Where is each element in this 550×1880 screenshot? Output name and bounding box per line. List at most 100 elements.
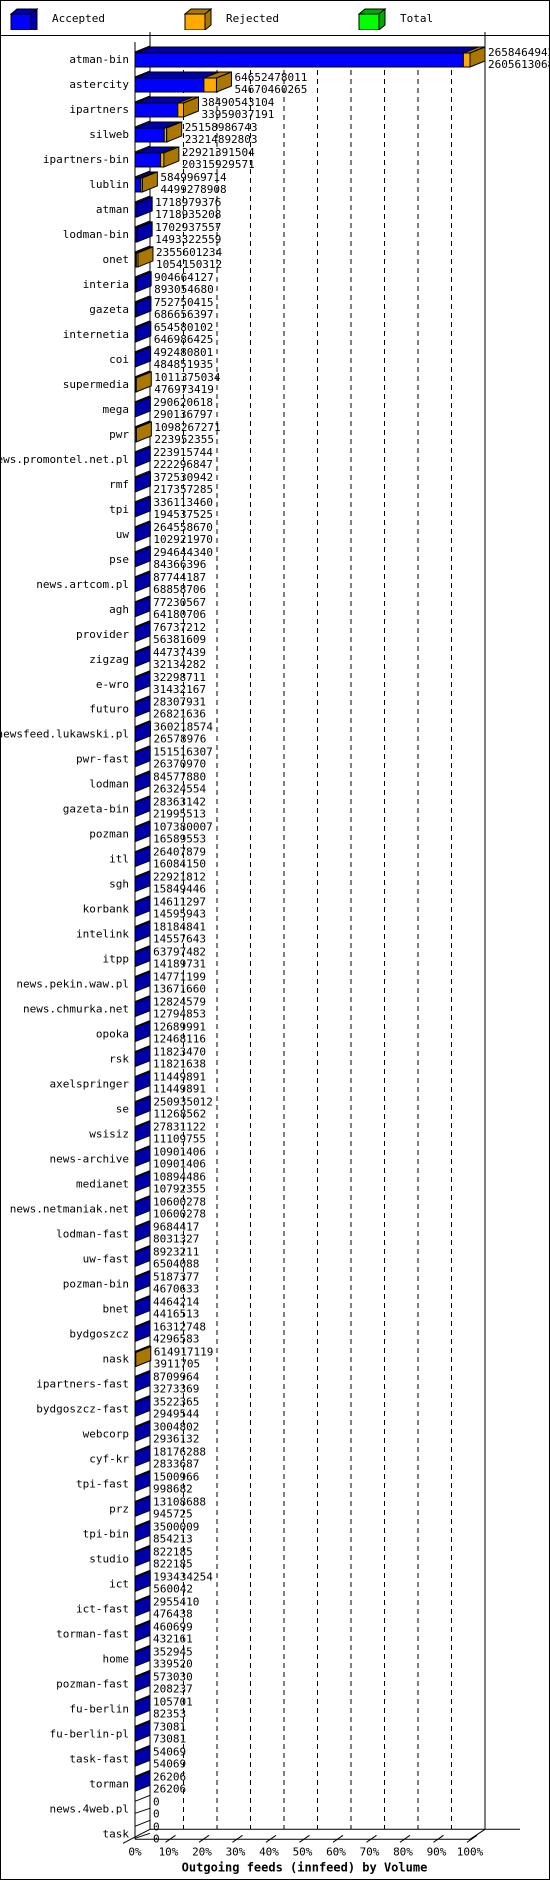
bar-group-ict: ict193434254560042 [109,1569,213,1595]
accepted-value-label: 82353 [153,1707,186,1720]
bar-group-provider: provider7673721256381609 [76,620,206,646]
bar-side-face [134,1570,151,1593]
bar-group-supermedia: supermedia1011375034476973419 [63,370,221,396]
accepted-value-label: 2936132 [153,1432,199,1445]
bar-side-face [134,745,151,768]
x-tick-label: 20% [192,1845,212,1858]
bar-side-face [134,1445,151,1468]
accepted-value-label: 54670460265 [234,83,307,96]
bar-side-face [134,396,151,418]
bar-side-face [134,646,151,668]
accepted-value-label: 4670633 [153,1283,199,1296]
bar-side-face [134,1470,151,1493]
bar-group-itl: itl2640787916084150 [109,845,206,871]
category-label: uw-fast [83,1253,129,1266]
bar-group-pwr: pwr1098267271223952355 [109,420,221,446]
bar-side-face [134,1270,151,1293]
accepted-value-label: 1054150312 [156,258,222,271]
accepted-value-label: 10600278 [153,1208,206,1221]
bar-side-face [134,1595,151,1618]
bar-group-tpi-fast: tpi-fast1500966998682 [76,1469,199,1495]
accepted-value-label: 893054680 [154,283,214,296]
accepted-value-label: 32134282 [153,658,206,671]
accepted-value-label: 290136797 [153,408,213,421]
bar-side-face [134,820,151,843]
bar-side-face [134,1420,151,1443]
accepted-value-label: 31432167 [153,683,206,696]
category-label: silweb [89,128,129,141]
category-label: wsisiz [89,1128,129,1141]
rejected-bar [203,77,217,93]
category-label: pozman-bin [63,1278,129,1291]
category-label: rmf [109,478,129,491]
bar-side-face [134,1695,151,1718]
accepted-top-face [134,46,479,54]
bar-side-face [134,995,151,1018]
accepted-value-label: 26578976 [153,733,206,746]
bar-group-ipartners-fast: ipartners-fast87099643273369 [36,1370,200,1395]
category-label: fu-berlin-pl [50,1727,129,1740]
bar-group-gazeta: gazeta752750415686656397 [89,295,214,321]
accepted-bar [134,52,464,68]
category-label: webcorp [83,1427,129,1440]
category-label: torman [89,1777,129,1790]
category-label: bydgoszcz [69,1327,129,1340]
bar-side-face [134,1220,151,1243]
accepted-value-label: 14595943 [153,908,206,921]
bar-group-agh: agh7723056764180706 [109,595,206,621]
category-label: opoka [96,1028,129,1041]
category-label: news.pekin.waw.pl [16,978,129,991]
bar-group-news.4web.pl: news.4web.pl00 [50,1794,160,1820]
bar-group-atman-bin: atman-bin265846494231260561306879 [69,45,550,71]
bar-side-face [134,1520,151,1543]
accepted-value-label: 822185 [153,1557,193,1570]
accepted-value-label: 4416513 [153,1308,199,1321]
accepted-value-label: 11821638 [153,1058,206,1071]
accepted-value-label: 4499278908 [160,183,226,196]
accepted-value-label: 476438 [153,1607,193,1620]
accepted-value-label: 23214892803 [185,133,258,146]
bar-group-intelink: intelink1818484114557643 [76,920,206,946]
accepted-value-label: 686656397 [154,308,214,321]
category-label: se [116,1103,129,1116]
bar-side-face [134,446,151,468]
accepted-value-label: 10901406 [153,1158,206,1171]
bar-side-face [134,1120,151,1143]
zero-bar-mark [134,1807,151,1814]
accepted-value-label: 476973419 [154,383,214,396]
bar-side-face [135,421,152,443]
bar-side-face [134,1020,151,1043]
bar-group-se: se25093501211268562 [116,1095,213,1121]
category-label: lodman-bin [63,228,129,241]
category-label: itl [109,853,129,866]
bar-side-face [134,1295,151,1318]
category-label: medianet [76,1178,129,1191]
category-label: mega [103,403,130,416]
bar-group-pozman-bin: pozman-bin51873774670633 [63,1270,199,1296]
bar-group-task: task00 [103,1819,160,1845]
row-separator [134,1794,151,1802]
bar-side-face [134,970,151,993]
accepted-bar [134,102,179,118]
bar-side-face [134,1045,151,1068]
bar-group-uw-fast: uw-fast89232116504088 [83,1245,199,1271]
bar-group-internetia: internetia654580102646986425 [63,320,213,346]
bar-group-webcorp: webcorp30048022936132 [83,1419,199,1445]
category-label: coi [109,353,129,366]
category-label: axelspringer [50,1078,130,1091]
bar-side-face [134,571,151,593]
bar-side-face [134,845,151,868]
accepted-value-label: 260561306879 [488,58,550,71]
x-tick-label: 50% [293,1845,313,1858]
category-label: sgh [109,878,129,891]
bar-side-face [134,1070,151,1093]
category-label: itpp [103,953,130,966]
category-label: pozman [89,828,129,841]
floor-right-edge [469,1828,486,1840]
bar-side-face [134,596,151,618]
category-label: pse [109,553,129,566]
bar-group-fu-berlin-pl: fu-berlin-pl7308173081 [50,1719,186,1745]
category-label: news.4web.pl [50,1802,129,1815]
accepted-value-label: 2833687 [153,1457,199,1470]
category-label: ict [109,1577,129,1590]
